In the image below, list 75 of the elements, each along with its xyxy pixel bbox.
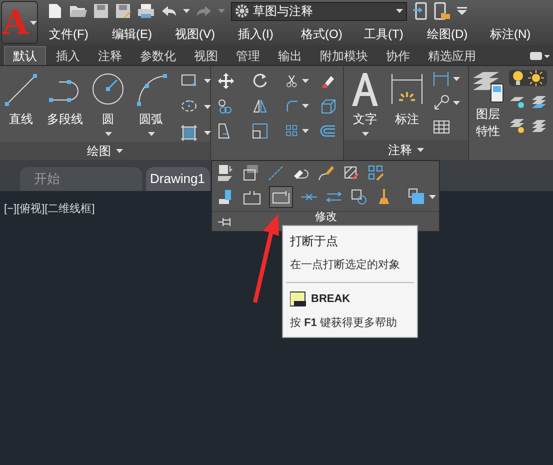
hatch-edit-icon[interactable] [342,164,360,182]
array-edit-icon[interactable] [367,164,385,182]
ribbon-tab[interactable]: 管理 [228,46,268,65]
share-phone-icon[interactable] [413,2,427,20]
viewport-label[interactable]: [−][俯视][二维线框] [4,201,95,218]
menu-item[interactable]: 绘图(D) [427,24,490,42]
polyline-tool-button[interactable]: 多段线 [42,70,88,142]
move-icon[interactable] [217,72,235,90]
tooltip-description: 在一点打断选定的对象 [290,258,401,273]
linear-dimension-icon[interactable] [432,70,450,88]
ribbon-tab[interactable]: 输出 [270,46,310,65]
printer-icon[interactable] [137,3,155,19]
panel-title-bar[interactable]: 注释 [344,140,468,160]
layer-properties-button[interactable]: 图层特性 [469,70,507,160]
diagonal-line-icon[interactable] [267,164,285,182]
arc-tool-button[interactable]: 圆弧 [128,70,174,142]
copy-clip-icon[interactable] [242,164,260,182]
break-icon[interactable] [242,188,262,206]
text-tool-button[interactable]: 文字 [344,70,386,140]
sun-icon[interactable] [528,70,544,86]
command-name: BREAK [311,292,350,306]
open-folder-icon[interactable] [69,3,87,19]
layer-match-icon[interactable] [531,94,547,110]
ribbon-tab[interactable]: 协作 [378,46,418,65]
dimension-tool-button[interactable]: 标注 [386,70,428,140]
overkill-icon[interactable] [350,188,368,206]
menu-item[interactable]: 标注(N) [490,24,553,42]
menu-item[interactable]: 文件(F) [49,24,112,42]
ribbon-tab[interactable]: 视图 [186,46,226,65]
menu-item[interactable]: 工具(T) [364,24,427,42]
circle-tool-button[interactable]: 圆 [88,70,128,142]
break-at-point-button[interactable] [269,186,293,208]
menu-item[interactable]: 编辑(E) [112,24,175,42]
new-file-icon[interactable] [47,3,63,19]
edit-spline-icon[interactable] [317,164,335,182]
table-icon[interactable] [432,118,450,136]
workspace-dropdown[interactable]: 草图与注释 [231,2,407,20]
layer-bulb-icon[interactable] [509,94,525,110]
leader-icon[interactable] [432,94,450,112]
ribbon-tab[interactable]: 附加模块 [312,46,376,65]
panel-title: 修改 [315,212,337,224]
menu-item[interactable]: 插入(I) [238,24,301,42]
save-icon[interactable] [93,3,109,19]
layer-stack-small-icon[interactable] [531,118,547,134]
menu-item[interactable]: 视图(V) [175,24,238,42]
tooltip-title: 打断于点 [290,233,339,250]
ribbon-tab[interactable]: 精选应用 [420,46,484,65]
pin-icon[interactable] [218,216,232,227]
customize-caret-icon[interactable] [457,7,467,15]
scale-icon[interactable] [251,122,269,140]
menu-item[interactable]: 格式(O) [301,24,364,42]
ribbon-tab[interactable]: 插入 [48,46,88,65]
large-letter-icon [350,70,380,108]
gear-icon[interactable] [235,4,249,18]
phone-folder-icon[interactable] [433,2,451,20]
ribbon-tab[interactable]: 注释 [90,46,130,65]
layer-stack-icon [471,70,505,104]
help-hint: 按 F1 键获得更多帮助 [290,316,398,331]
save-as-icon[interactable] [115,3,131,19]
rotate-icon[interactable] [251,72,269,90]
command-window-icon [290,290,306,307]
ribbon-tab[interactable]: 参数化 [132,46,184,65]
panel-title-bar[interactable]: 绘图 [0,142,210,160]
undo-icon[interactable] [161,5,177,17]
light-bulb-icon[interactable] [511,70,525,86]
hatch-icon[interactable] [180,124,198,142]
ribbon-toggle-icon[interactable] [530,51,550,61]
bring-front-icon[interactable] [408,188,426,206]
block-edit-icon[interactable] [217,164,235,182]
mirror-icon[interactable] [251,97,269,115]
file-tab[interactable]: Drawing1 [146,167,210,191]
ribbon-tab[interactable]: 默认 [4,46,46,65]
layer-freeze-icon[interactable] [509,118,525,134]
box-icon[interactable] [319,97,337,115]
line-tool-button[interactable]: 直线 [0,70,42,142]
